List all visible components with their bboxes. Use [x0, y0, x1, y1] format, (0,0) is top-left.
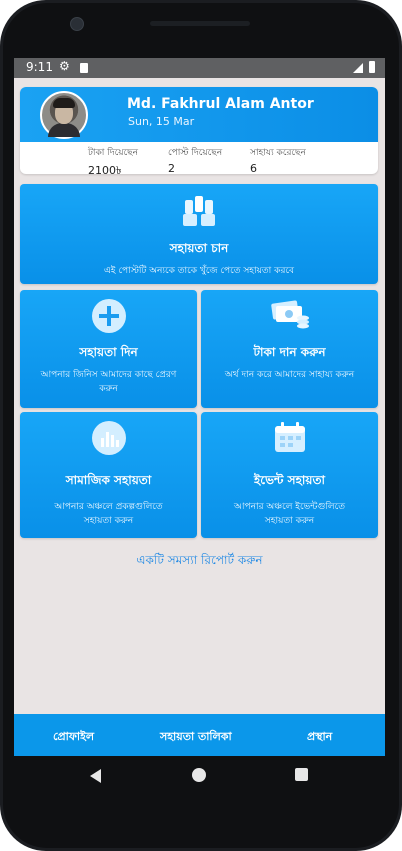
help-request-title: সহায়তা চান — [169, 241, 229, 255]
recents-icon[interactable] — [295, 768, 308, 781]
sd-card-icon — [80, 63, 88, 73]
battery-icon — [369, 61, 375, 73]
profile-card[interactable]: Md. Fakhrul Alam Antor Sun, 15 Mar টাকা … — [20, 87, 378, 174]
avatar-shirt — [48, 123, 80, 137]
report-problem-link[interactable]: একটি সমস্যা রিপোর্ট করুন — [14, 552, 385, 572]
raised-hands-icon — [180, 194, 218, 234]
nav-profile[interactable]: প্রোফাইল — [53, 728, 94, 747]
stat-helped: সাহায্য করেছেন 6 — [250, 145, 306, 174]
bar-chart-icon — [91, 420, 127, 460]
nav-help-list[interactable]: সহায়তা তালিকা — [160, 728, 232, 747]
help-request-desc: এই পোস্টটি অন্যকে তাকে খুঁজে পেতে সহায়ত… — [103, 266, 295, 276]
give-help-title: সহায়তা দিন — [79, 345, 138, 359]
status-time: 9:11 — [26, 60, 53, 74]
event-help-title: ইভেন্ট সহায়তা — [254, 473, 325, 487]
nav-logout[interactable]: প্রস্থান — [307, 728, 332, 747]
give-help-desc: আপনার জিনিস আমাদের কাছে প্রেরণ করুন — [40, 370, 177, 394]
signal-icon — [353, 63, 363, 73]
app-screen: 9:11 ⚙ Md. Fakhrul Alam Antor Sun, 15 Ma… — [14, 58, 385, 756]
bottom-nav: প্রোফাইল সহায়তা তালিকা প্রস্থান — [14, 714, 385, 756]
avatar[interactable] — [40, 91, 88, 139]
stat-money-given: টাকা দিয়েছেন 2100৳ — [88, 145, 138, 174]
give-help-card[interactable]: সহায়তা দিন আপনার জিনিস আমাদের কাছে প্রে… — [20, 290, 197, 408]
avatar-hair — [53, 98, 75, 108]
event-help-desc: আপনার অঞ্চলে ইভেন্টগুলিতে সহায়তা করুন — [234, 502, 345, 526]
back-icon[interactable] — [90, 769, 101, 783]
status-bar: 9:11 ⚙ — [14, 58, 385, 78]
settings-icon: ⚙ — [59, 59, 70, 73]
stat-value: 6 — [250, 162, 257, 174]
social-help-title: সামাজিক সহায়তা — [65, 473, 152, 487]
phone-frame: 9:11 ⚙ Md. Fakhrul Alam Antor Sun, 15 Ma… — [0, 0, 402, 851]
profile-name: Md. Fakhrul Alam Antor — [127, 96, 314, 112]
stat-label: সাহায্য করেছেন — [250, 148, 306, 158]
stat-value: 2100৳ — [88, 164, 122, 174]
help-request-card[interactable]: সহায়তা চান এই পোস্টটি অন্যকে তাকে খুঁজে… — [20, 184, 378, 284]
earpiece-speaker — [150, 21, 250, 26]
home-icon[interactable] — [192, 768, 206, 782]
donate-money-card[interactable]: টাকা দান করুন অর্থ দান করে আমাদের সাহায্… — [201, 290, 378, 408]
money-coins-icon — [270, 298, 310, 336]
stat-label: টাকা দিয়েছেন — [88, 148, 138, 158]
event-help-card[interactable]: ইভেন্ট সহায়তা আপনার অঞ্চলে ইভেন্টগুলিতে… — [201, 412, 378, 538]
donate-money-desc: অর্থ দান করে আমাদের সাহায্য করুন — [224, 370, 355, 380]
stat-posts-given: পোস্ট দিয়েছেন 2 — [168, 145, 222, 174]
profile-date: Sun, 15 Mar — [128, 115, 195, 128]
front-camera — [70, 17, 84, 31]
plus-circle-icon — [91, 298, 127, 338]
calendar-icon — [272, 420, 308, 460]
social-help-desc: আপনার অঞ্চলে প্রকল্পগুলিতে সহায়তা করুন — [54, 502, 163, 526]
stat-value: 2 — [168, 162, 175, 174]
donate-money-title: টাকা দান করুন — [253, 345, 326, 359]
system-nav-bar — [14, 756, 385, 796]
stat-label: পোস্ট দিয়েছেন — [168, 148, 223, 158]
social-help-card[interactable]: সামাজিক সহায়তা আপনার অঞ্চলে প্রকল্পগুলি… — [20, 412, 197, 538]
